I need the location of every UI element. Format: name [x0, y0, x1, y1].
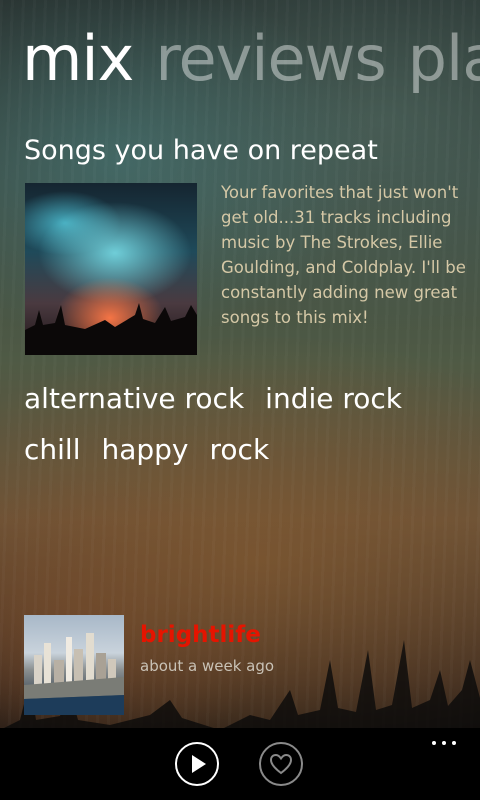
activity-timestamp: about a week ago: [140, 657, 275, 675]
tag-alternative-rock[interactable]: alternative rock: [24, 377, 244, 421]
tag-chill[interactable]: chill: [24, 428, 80, 472]
genre-tags: alternative rock indie rock chill happy roc…: [24, 377, 464, 479]
pivot-header: mix reviews pla: [22, 16, 480, 102]
tag-rock[interactable]: rock: [210, 428, 270, 472]
city-skyline-image: [24, 633, 124, 715]
pivot-item-mix[interactable]: mix: [22, 22, 134, 95]
heart-icon: [269, 753, 293, 775]
pivot-item-reviews[interactable]: reviews: [155, 22, 386, 95]
avatar[interactable]: [24, 615, 124, 715]
cover-tree-silhouette: [25, 303, 197, 355]
tag-row: chill happy rock: [24, 428, 464, 479]
favorite-button[interactable]: [259, 742, 303, 786]
play-button[interactable]: [175, 742, 219, 786]
ellipsis-icon: [432, 741, 436, 745]
application-bar: [0, 728, 480, 800]
curator-activity: brightlife about a week ago: [24, 615, 464, 715]
tag-indie-rock[interactable]: indie rock: [265, 377, 402, 421]
ellipsis-icon: [452, 741, 456, 745]
curator-name-link[interactable]: brightlife: [140, 619, 261, 651]
ellipsis-icon: [442, 741, 446, 745]
tag-row: alternative rock indie rock: [24, 377, 464, 428]
mix-cover-image[interactable]: [25, 183, 197, 355]
more-options-button[interactable]: [424, 732, 464, 754]
play-icon: [192, 755, 206, 773]
pivot-item-playlists[interactable]: pla: [408, 22, 480, 95]
mix-title: Songs you have on repeat: [24, 135, 378, 166]
tag-happy[interactable]: happy: [101, 428, 188, 472]
mix-description: Your favorites that just won't get old..…: [221, 183, 466, 327]
